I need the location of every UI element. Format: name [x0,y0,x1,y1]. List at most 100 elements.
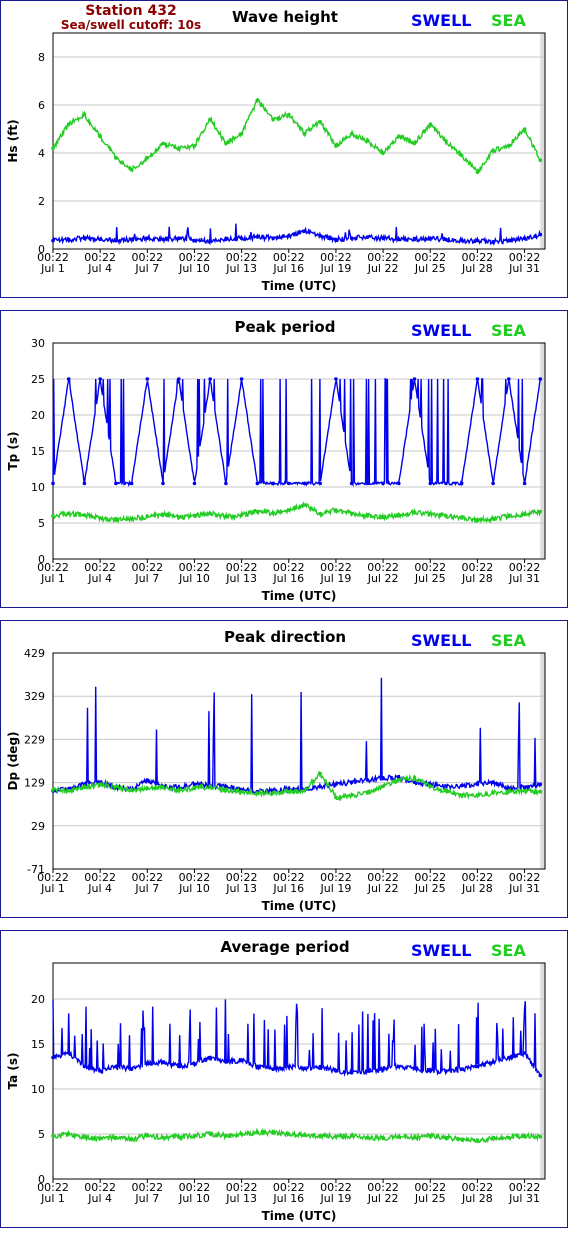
swell-point [224,481,228,486]
sea-point [397,513,401,517]
swell-point [522,785,527,790]
sea-point [475,1138,480,1143]
swell-point [318,234,323,238]
sea-point [334,508,338,512]
sea-point [302,1133,307,1137]
y-tick-label: 6 [38,99,45,112]
sea-point [208,117,212,122]
y-tick-label: 229 [24,733,45,746]
sea-point [114,784,118,789]
sea-point [271,791,275,795]
sea-point [365,514,370,518]
x-tick-date: Jul 4 [87,262,112,275]
x-tick-date: Jul 4 [87,572,112,585]
sea-point [66,511,71,516]
cutoff-label: Sea/swell cutoff: 10s [61,18,201,32]
x-axis-label: Time (UTC) [262,899,337,913]
swell-point [334,1069,338,1073]
sea-point [145,514,150,519]
swell-point [82,236,87,240]
x-tick-date: Jul 16 [272,882,304,895]
swell-point [538,782,543,787]
swell-point [365,1069,370,1073]
swell-point [444,481,448,486]
y-tick-label: 10 [31,481,45,494]
chart-svg: -712912922932942900:22Jul 100:22Jul 400:… [6,628,546,913]
x-tick-date: Jul 16 [272,262,304,275]
chart-title: Average period [220,938,349,956]
sea-point [507,1135,511,1140]
swell-point [271,1067,275,1071]
swell-point [302,481,307,486]
swell-point [522,481,527,486]
y-tick-label: 5 [38,1128,45,1141]
swell-point [459,1067,464,1071]
y-tick-label: 20 [31,993,45,1006]
swell-point [475,1064,480,1069]
legend-swell: SWELL [411,631,472,650]
wave-height-chart: 0 2 4 6 8 00:22 Jul 1 00:22 Jul 4 00:22 Jul 7 00:22… [0,0,568,298]
swell-point [334,237,338,242]
sea-point [522,127,527,131]
swell-point [507,377,511,381]
x-tick-date: Jul 7 [134,1192,159,1205]
swell-point [51,481,55,486]
swell-point [349,1071,354,1075]
swell-point [381,481,385,486]
swell-point [98,1069,102,1073]
sea-point [491,516,495,521]
x-tick-date: Jul 28 [461,572,493,585]
swell-point [129,237,134,242]
y-axis-label: Hs (ft) [6,119,20,162]
swell-point [397,481,401,486]
x-tick-date: Jul 4 [87,1192,112,1205]
sea-point [239,789,244,794]
sea-point [161,141,165,146]
sea-point [381,784,385,789]
swell-point [428,481,433,486]
swell-point [177,1064,181,1069]
peak-period-chart: 0 5 10 15 20 25 30 00:22 Jul 1 00:22 Jul 4 00:22 Jul… [0,310,568,608]
x-tick-date: Jul 25 [414,262,446,275]
sea-point [287,112,291,117]
legend-sea: SEA [491,631,526,650]
y-axis-label: Dp (deg) [6,731,20,790]
sea-point [459,1137,464,1142]
sea-point [192,786,197,791]
y-tick-label: 4 [38,147,45,160]
sea-point [318,1134,323,1138]
sea-point [224,141,228,146]
sea-point [208,784,212,789]
swell-point [255,1064,260,1069]
sea-point [287,508,291,512]
plot-data-area [53,33,541,249]
sea-point [538,1134,543,1139]
sea-point [114,518,118,522]
swell-point [428,1069,433,1073]
chart-svg: 0246800:22Jul 100:22Jul 400:22Jul 700:22… [6,3,546,293]
station-name: Station 432 [85,3,176,19]
sea-point [522,512,527,517]
swell-point [255,235,260,239]
x-tick-date: Jul 16 [272,1192,304,1205]
sea-point [239,132,244,136]
sea-point [82,1134,87,1139]
swell-point [522,1051,527,1055]
sea-point [161,785,165,790]
y-tick-label: 2 [38,195,45,208]
sea-point [208,1132,212,1136]
swell-point [255,481,260,486]
sea-point [491,791,495,795]
sea-point [51,514,55,518]
x-tick-date: Jul 28 [461,262,493,275]
x-tick-date: Jul 19 [320,262,352,275]
sea-point [271,511,275,515]
sea-point [255,509,260,514]
x-axis-label: Time (UTC) [262,589,337,603]
swell-point [192,481,197,486]
sea-point [192,514,197,518]
y-tick-label: 8 [38,51,45,64]
swell-point [177,236,181,240]
swell-point [397,1064,401,1069]
sea-point [365,139,370,143]
